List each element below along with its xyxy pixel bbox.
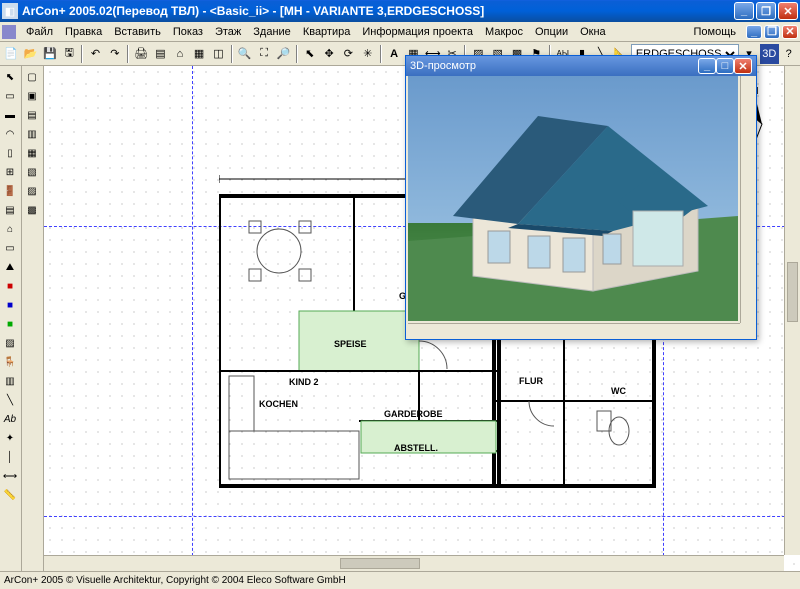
window-titlebar: ◧ ArCon+ 2005.02(Перевод ТВЛ) - <Basic_i… <box>0 0 800 22</box>
sb-red-icon[interactable]: ■ <box>1 277 19 295</box>
room-label-kind2: KIND 2 <box>289 377 319 387</box>
menu-edit[interactable]: Правка <box>59 24 108 40</box>
tool-new-icon[interactable]: 📄 <box>2 44 20 64</box>
sb2-4-icon[interactable]: ▥ <box>23 125 41 143</box>
sb-stairs-icon[interactable]: ▤ <box>1 201 19 219</box>
menu-file[interactable]: Файл <box>20 24 59 40</box>
mdi-icon[interactable] <box>2 25 16 39</box>
menu-building[interactable]: Здание <box>247 24 297 40</box>
tool-view-icon[interactable]: ◫ <box>209 44 227 64</box>
status-text: ArCon+ 2005 © Visuelle Architektur, Copy… <box>4 575 346 586</box>
menu-apartment[interactable]: Квартира <box>297 24 357 40</box>
sb-map-icon[interactable]: ✦ <box>1 429 19 447</box>
tool-zoomin-icon[interactable]: 🔍 <box>236 44 254 64</box>
menu-help[interactable]: Помощь <box>688 24 743 40</box>
sb-furniture-icon[interactable]: 🪑 <box>1 353 19 371</box>
tool-redo-icon[interactable]: ↷ <box>106 44 124 64</box>
room-label-kochen: KOCHEN <box>259 399 298 409</box>
tool-layers-icon[interactable]: ▦ <box>190 44 208 64</box>
tool-zoomout-icon[interactable]: 🔎 <box>274 44 292 64</box>
tool-compass-icon[interactable]: ✳ <box>359 44 377 64</box>
maximize-button[interactable]: ❐ <box>756 2 776 20</box>
room-label-wc: WC <box>611 386 626 396</box>
left-toolbar-2: ▢ ▣ ▤ ▥ ▦ ▧ ▨ ▩ <box>22 66 44 571</box>
tool-print-icon[interactable]: 🖨 <box>132 44 150 64</box>
menu-insert[interactable]: Вставить <box>108 24 167 40</box>
menu-projinfo[interactable]: Информация проекта <box>356 24 479 40</box>
tool-3d-icon[interactable]: 3D <box>760 44 778 64</box>
sb-column-icon[interactable]: ▯ <box>1 144 19 162</box>
sb2-7-icon[interactable]: ▨ <box>23 182 41 200</box>
tool-save-icon[interactable]: 💾 <box>41 44 59 64</box>
sb2-2-icon[interactable]: ▣ <box>23 87 41 105</box>
tool-arrow-icon[interactable]: ⬉ <box>301 44 319 64</box>
preview-minimize-button[interactable]: _ <box>698 58 716 74</box>
preview-h-scrollbar[interactable] <box>408 323 740 339</box>
sb2-5-icon[interactable]: ▦ <box>23 144 41 162</box>
sb-line-icon[interactable]: ╲ <box>1 391 19 409</box>
room-label-abstell: ABSTELL. <box>394 443 438 453</box>
menu-floor[interactable]: Этаж <box>209 24 247 40</box>
sb-select-icon[interactable]: ▭ <box>1 87 19 105</box>
menu-options[interactable]: Опции <box>529 24 574 40</box>
vertical-scrollbar[interactable] <box>784 66 800 555</box>
sb2-8-icon[interactable]: ▩ <box>23 201 41 219</box>
sb-pointer-icon[interactable]: ⬉ <box>1 68 19 86</box>
preview-v-scrollbar[interactable] <box>740 76 756 323</box>
close-button[interactable]: ✕ <box>778 2 798 20</box>
tool-zoomfit-icon[interactable]: ⛶ <box>255 44 273 64</box>
room-label-speise: SPEISE <box>334 339 367 349</box>
menu-macros[interactable]: Макрос <box>479 24 529 40</box>
horizontal-scrollbar[interactable] <box>44 555 784 571</box>
sb-window-icon[interactable]: ⊞ <box>1 163 19 181</box>
left-toolbar-1: ⬉ ▭ ▬ ◠ ▯ ⊞ 🚪 ▤ ⌂ ▭ ⛰ ■ ■ ■ ▨ 🪑 ▥ ╲ Ab ✦… <box>0 66 22 571</box>
sb-slab-icon[interactable]: ▭ <box>1 239 19 257</box>
menu-show[interactable]: Показ <box>167 24 209 40</box>
room-label-flur: FLUR <box>519 376 543 386</box>
mdi-close-button[interactable]: ✕ <box>782 25 798 39</box>
window-title: ArCon+ 2005.02(Перевод ТВЛ) - <Basic_ii>… <box>22 4 734 18</box>
tool-saveall-icon[interactable]: 🖫 <box>60 44 78 64</box>
sb-timber-icon[interactable]: ▥ <box>1 372 19 390</box>
preview-close-button[interactable]: ✕ <box>734 58 752 74</box>
tool-move-icon[interactable]: ✥ <box>320 44 338 64</box>
sb2-6-icon[interactable]: ▧ <box>23 163 41 181</box>
sb-blue-icon[interactable]: ■ <box>1 296 19 314</box>
guide-vertical[interactable] <box>192 66 193 571</box>
sb-wall-icon[interactable]: ▬ <box>1 106 19 124</box>
menubar: Файл Правка Вставить Показ Этаж Здание К… <box>0 22 800 42</box>
app-icon: ◧ <box>2 3 18 19</box>
sb-hatch-icon[interactable]: ▨ <box>1 334 19 352</box>
tool-rotate-icon[interactable]: ⟳ <box>339 44 357 64</box>
preview-titlebar[interactable]: 3D-просмотр _ □ ✕ <box>406 56 756 76</box>
tool-help-icon[interactable]: ? <box>780 44 798 64</box>
preview-maximize-button[interactable]: □ <box>716 58 734 74</box>
mdi-minimize-button[interactable]: _ <box>746 25 762 39</box>
menu-window[interactable]: Окна <box>574 24 612 40</box>
sb-dim2-icon[interactable]: ⟷ <box>1 467 19 485</box>
guide-horizontal[interactable] <box>44 516 800 517</box>
sb2-3-icon[interactable]: ▤ <box>23 106 41 124</box>
tool-undo-icon[interactable]: ↶ <box>86 44 104 64</box>
sb-roof-icon[interactable]: ⌂ <box>1 220 19 238</box>
tool-open-icon[interactable]: 📂 <box>21 44 39 64</box>
sb-ruler-icon[interactable]: 📏 <box>1 486 19 504</box>
tool-text-icon[interactable]: A <box>385 44 403 64</box>
sb-letter-icon[interactable]: Ab <box>1 410 19 428</box>
preview-window[interactable]: 3D-просмотр _ □ ✕ <box>405 55 757 340</box>
room-label-garderobe: GARDEROBE <box>384 409 443 419</box>
sb-vline-icon[interactable]: │ <box>1 448 19 466</box>
sb2-1-icon[interactable]: ▢ <box>23 68 41 86</box>
mdi-restore-button[interactable]: ❐ <box>764 25 780 39</box>
sb-green-icon[interactable]: ■ <box>1 315 19 333</box>
preview-3d-viewport[interactable] <box>408 76 738 321</box>
tool-floor-icon[interactable]: ▤ <box>151 44 169 64</box>
sb-arc-icon[interactable]: ◠ <box>1 125 19 143</box>
sb-landscape-icon[interactable]: ⛰ <box>1 258 19 276</box>
minimize-button[interactable]: _ <box>734 2 754 20</box>
tool-building-icon[interactable]: ⌂ <box>171 44 189 64</box>
sb-door-icon[interactable]: 🚪 <box>1 182 19 200</box>
preview-title-text: 3D-просмотр <box>410 60 698 72</box>
statusbar: ArCon+ 2005 © Visuelle Architektur, Copy… <box>0 571 800 589</box>
